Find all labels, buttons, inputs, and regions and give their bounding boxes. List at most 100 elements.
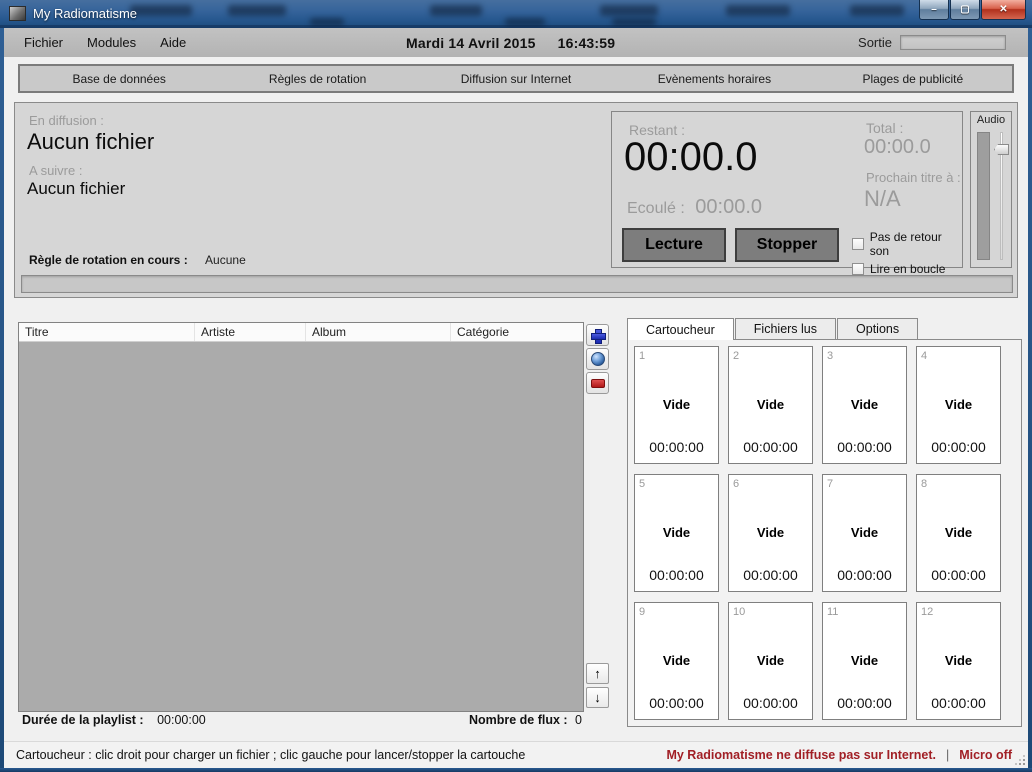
add-stream-button[interactable] [586, 348, 609, 370]
now-playing-value: Aucun fichier [27, 129, 154, 155]
cartridge-slot[interactable]: 12 Vide 00:00:00 [916, 602, 1001, 720]
cartridge-label: Vide [917, 653, 1000, 668]
cartridge-number: 2 [733, 350, 739, 362]
rotation-rule-label: Règle de rotation en cours : [29, 253, 188, 267]
cartridge-time: 00:00:00 [917, 695, 1000, 711]
now-playing-label: En diffusion : [29, 113, 104, 128]
glass-blur-artifact [130, 5, 192, 16]
cartridge-number: 3 [827, 350, 833, 362]
up-next-value: Aucun fichier [27, 179, 125, 199]
glass-blur-artifact [726, 5, 790, 16]
cartridge-label: Vide [635, 525, 718, 540]
tab-fichiers-lus[interactable]: Fichiers lus [735, 318, 836, 339]
move-up-button[interactable]: ↑ [586, 663, 609, 684]
cartridge-time: 00:00:00 [917, 439, 1000, 455]
cartridge-number: 8 [921, 478, 927, 490]
cartridge-time: 00:00:00 [729, 439, 812, 455]
playlist-table[interactable]: Titre Artiste Album Catégorie [18, 322, 584, 712]
playlist-duration-value: 00:00:00 [157, 713, 206, 727]
cartridge-slot[interactable]: 11 Vide 00:00:00 [822, 602, 907, 720]
glass-blur-artifact [430, 5, 482, 16]
loop-checkbox[interactable] [852, 263, 864, 275]
cartridge-slot[interactable]: 2 Vide 00:00:00 [728, 346, 813, 464]
tab-cartoucheur[interactable]: Cartoucheur [627, 318, 734, 340]
cartoucheur-panel: 1 Vide 00:00:00 2 Vide 00:00:00 3 Vide 0… [627, 339, 1022, 727]
cartridge-slot[interactable]: 5 Vide 00:00:00 [634, 474, 719, 592]
cartridge-slot[interactable]: 3 Vide 00:00:00 [822, 346, 907, 464]
tab-diffusion-internet[interactable]: Diffusion sur Internet [417, 66, 615, 91]
remaining-value: 00:00.0 [624, 135, 757, 180]
cartridge-time: 00:00:00 [635, 567, 718, 583]
status-hint-text: Cartoucheur : clic droit pour charger un… [16, 748, 525, 762]
cartridge-time: 00:00:00 [917, 567, 1000, 583]
no-return-checkbox[interactable] [852, 238, 864, 250]
stream-status-text: My Radiomatisme ne diffuse pas sur Inter… [666, 748, 936, 762]
total-label: Total : [866, 120, 903, 136]
cartridge-time: 00:00:00 [823, 567, 906, 583]
menu-modules[interactable]: Modules [75, 31, 148, 54]
window-frame-bottom [0, 768, 1032, 772]
cartridge-time: 00:00:00 [729, 567, 812, 583]
output-level-meter [900, 35, 1006, 50]
cartridge-grid: 1 Vide 00:00:00 2 Vide 00:00:00 3 Vide 0… [634, 346, 1017, 720]
resize-grip-icon[interactable] [1015, 755, 1025, 765]
date-text: Mardi 14 Avril 2015 [406, 35, 536, 51]
cartridge-time: 00:00:00 [635, 439, 718, 455]
cartridge-label: Vide [635, 397, 718, 412]
player-panel: En diffusion : Aucun fichier A suivre : … [14, 102, 1018, 298]
cartridge-label: Vide [635, 653, 718, 668]
cartridge-slot[interactable]: 1 Vide 00:00:00 [634, 346, 719, 464]
time-text: 16:43:59 [558, 35, 616, 51]
cartridge-number: 4 [921, 350, 927, 362]
cartridge-label: Vide [823, 525, 906, 540]
tab-plages-publicite[interactable]: Plages de publicité [814, 66, 1012, 91]
cartridge-label: Vide [917, 397, 1000, 412]
mic-status-text[interactable]: Micro off [959, 748, 1012, 762]
cartridge-label: Vide [729, 525, 812, 540]
cartridge-slot[interactable]: 7 Vide 00:00:00 [822, 474, 907, 592]
cartridge-slot[interactable]: 8 Vide 00:00:00 [916, 474, 1001, 592]
tab-options[interactable]: Options [837, 318, 918, 339]
stop-button[interactable]: Stopper [735, 228, 839, 262]
remove-button[interactable] [586, 372, 609, 394]
tab-base-de-donnees[interactable]: Base de données [20, 66, 218, 91]
menubar: Fichier Modules Aide Mardi 14 Avril 2015… [4, 28, 1028, 57]
total-value: 00:00.0 [864, 136, 931, 159]
menu-aide[interactable]: Aide [148, 31, 198, 54]
audio-label: Audio [971, 114, 1011, 126]
column-header-album[interactable]: Album [306, 323, 451, 341]
tab-regles-rotation[interactable]: Règles de rotation [218, 66, 416, 91]
volume-slider-thumb[interactable] [994, 144, 1009, 155]
down-arrow-icon: ↓ [594, 690, 601, 705]
plus-icon [591, 329, 604, 342]
glass-blur-artifact [600, 5, 658, 16]
next-title-value: N/A [864, 186, 901, 212]
add-file-button[interactable] [586, 324, 609, 346]
column-header-titre[interactable]: Titre [19, 323, 195, 341]
cartridge-slot[interactable]: 10 Vide 00:00:00 [728, 602, 813, 720]
move-down-button[interactable]: ↓ [586, 687, 609, 708]
next-title-label: Prochain titre à : [866, 170, 961, 185]
cartridge-number: 9 [639, 606, 645, 618]
cartridge-time: 00:00:00 [729, 695, 812, 711]
tab-evenements-horaires[interactable]: Evènements horaires [615, 66, 813, 91]
loop-label: Lire en boucle [870, 262, 945, 276]
close-button[interactable]: ✕ [981, 0, 1026, 20]
glass-blur-artifact [310, 18, 344, 26]
window-frame-right [1028, 28, 1032, 768]
status-separator: | [946, 748, 949, 762]
column-header-categorie[interactable]: Catégorie [451, 323, 583, 341]
maximize-button[interactable]: ▢ [950, 0, 980, 20]
cartridge-number: 11 [827, 606, 838, 618]
cartridge-time: 00:00:00 [823, 695, 906, 711]
cartridge-slot[interactable]: 9 Vide 00:00:00 [634, 602, 719, 720]
menu-fichier[interactable]: Fichier [12, 31, 75, 54]
minimize-button[interactable]: – [919, 0, 949, 20]
app-icon[interactable] [9, 6, 26, 21]
play-button[interactable]: Lecture [622, 228, 726, 262]
cartridge-slot[interactable]: 6 Vide 00:00:00 [728, 474, 813, 592]
cartridge-slot[interactable]: 4 Vide 00:00:00 [916, 346, 1001, 464]
elapsed-value: 00:00.0 [695, 196, 762, 218]
column-header-artiste[interactable]: Artiste [195, 323, 306, 341]
titlebar[interactable]: My Radiomatisme – ▢ ✕ [0, 0, 1032, 28]
